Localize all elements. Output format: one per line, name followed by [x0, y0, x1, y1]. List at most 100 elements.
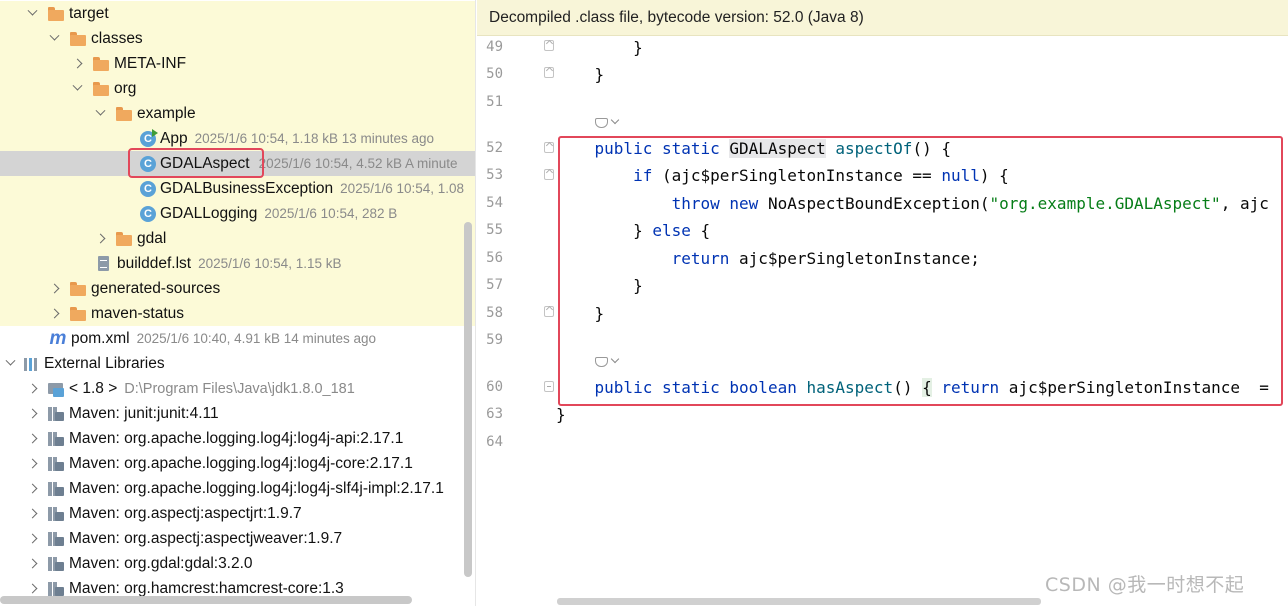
- tree-node-target[interactable]: target: [0, 1, 475, 26]
- tree-node-library[interactable]: Maven: org.gdal:gdal:3.2.0: [0, 551, 475, 576]
- line-number: 51: [486, 94, 503, 110]
- tree-node-label: Maven: org.apache.logging.log4j:log4j-co…: [69, 454, 413, 472]
- java-runnable-class-icon: C: [140, 128, 158, 147]
- collapse-arrow-icon[interactable]: [94, 226, 106, 251]
- fold-marker-icon[interactable]: [544, 142, 554, 153]
- tree-node-label: External Libraries: [44, 354, 165, 372]
- collapse-arrow-icon[interactable]: [26, 526, 38, 551]
- tree-node-label: GDALLogging: [160, 204, 258, 222]
- file-meta: 2025/1/6 10:54, 1.15 kB: [198, 256, 342, 271]
- collapse-arrow-icon[interactable]: [48, 276, 60, 301]
- folder-icon: [69, 31, 87, 47]
- collapse-arrow-icon[interactable]: [26, 501, 38, 526]
- code-editor: Decompiled .class file, bytecode version…: [477, 0, 1288, 606]
- text-file-icon: [95, 255, 113, 272]
- tree-node-label: maven-status: [91, 304, 185, 322]
- code-token: }: [556, 405, 566, 424]
- code-token: }: [633, 38, 643, 57]
- jdk-icon: [47, 381, 65, 397]
- tree-node-gdal-logging[interactable]: C GDALLogging 2025/1/6 10:54, 282 B: [0, 201, 475, 226]
- line-number: 49: [486, 39, 503, 55]
- tree-node-label: classes: [91, 29, 143, 47]
- jar-library-icon: [47, 581, 65, 597]
- tree-node-label: Maven: junit:junit:4.11: [69, 404, 219, 422]
- tree-node-example[interactable]: example: [0, 101, 475, 126]
- file-meta: 2025/1/6 10:54, 1.08: [340, 181, 465, 196]
- folder-icon: [92, 81, 110, 97]
- tree-node-pom[interactable]: m pom.xml 2025/1/6 10:40, 4.91 kB 14 min…: [0, 326, 475, 351]
- editor-horizontal-scrollbar[interactable]: [557, 598, 1041, 605]
- collapse-arrow-icon[interactable]: [26, 476, 38, 501]
- tree-vertical-scrollbar[interactable]: [464, 222, 472, 577]
- tree-node-builddef[interactable]: builddef.lst 2025/1/6 10:54, 1.15 kB: [0, 251, 475, 276]
- jar-library-icon: [47, 506, 65, 522]
- maven-icon: m: [49, 327, 67, 349]
- line-number: 52: [486, 140, 503, 156]
- watermark: CSDN @我一时想不起: [1045, 574, 1245, 596]
- editor-gutter: 49 50 51 52 53 54 55 56 57 58 59 60 63 6…: [477, 36, 557, 606]
- line-number: 59: [486, 332, 503, 348]
- inlay-hint[interactable]: [594, 115, 620, 128]
- tree-node-label: Maven: org.apache.logging.log4j:log4j-ap…: [69, 429, 404, 447]
- jar-library-icon: [47, 531, 65, 547]
- tree-node-meta-inf[interactable]: META-INF: [0, 51, 475, 76]
- fold-marker-icon[interactable]: [544, 67, 554, 78]
- tree-node-label: META-INF: [114, 54, 187, 72]
- line-number: 64: [486, 434, 503, 450]
- expand-arrow-icon[interactable]: [4, 351, 16, 376]
- collapse-arrow-icon[interactable]: [26, 551, 38, 576]
- collapse-arrow-icon[interactable]: [26, 426, 38, 451]
- file-meta: 2025/1/6 10:54, 1.18 kB 13 minutes ago: [194, 131, 435, 146]
- tree-node-label: gdal: [137, 229, 167, 247]
- folder-icon: [115, 231, 133, 247]
- code-annotation-box: [558, 136, 1283, 406]
- tree-node-generated-sources[interactable]: generated-sources: [0, 276, 475, 301]
- chevron-down-icon: [610, 115, 620, 125]
- collapse-arrow-icon[interactable]: [26, 376, 38, 401]
- fold-marker-icon[interactable]: [544, 381, 554, 392]
- code-line-49[interactable]: }: [556, 38, 643, 57]
- collapse-arrow-icon[interactable]: [26, 401, 38, 426]
- expand-arrow-icon[interactable]: [26, 1, 38, 26]
- fold-marker-icon[interactable]: [544, 169, 554, 180]
- jar-library-icon: [47, 556, 65, 572]
- code-line-63[interactable]: }: [556, 405, 566, 424]
- fold-marker-icon[interactable]: [544, 40, 554, 51]
- tree-node-jdk[interactable]: < 1.8 > D:\Program Files\Java\jdk1.8.0_1…: [0, 376, 475, 401]
- code-token: }: [594, 65, 605, 84]
- folder-icon: [69, 306, 87, 322]
- java-class-icon: C: [140, 180, 156, 197]
- tree-node-maven-status[interactable]: maven-status: [0, 301, 475, 326]
- collapse-arrow-icon[interactable]: [26, 451, 38, 476]
- expand-arrow-icon[interactable]: [71, 76, 83, 101]
- expand-arrow-icon[interactable]: [48, 26, 60, 51]
- tree-node-gdal[interactable]: gdal: [0, 226, 475, 251]
- tree-node-library[interactable]: Maven: org.apache.logging.log4j:log4j-ap…: [0, 426, 475, 451]
- tree-horizontal-scrollbar[interactable]: [0, 596, 412, 604]
- expand-arrow-icon[interactable]: [94, 101, 106, 126]
- file-meta: 2025/1/6 10:40, 4.91 kB 14 minutes ago: [136, 331, 377, 346]
- jar-library-icon: [47, 481, 65, 497]
- tree-node-library[interactable]: Maven: junit:junit:4.11: [0, 401, 475, 426]
- code-line-50[interactable]: }: [556, 65, 605, 84]
- selection-annotation-box: [128, 148, 264, 178]
- tree-node-label: App: [160, 129, 188, 147]
- tree-node-library[interactable]: Maven: org.apache.logging.log4j:log4j-sl…: [0, 476, 475, 501]
- tree-node-library[interactable]: Maven: org.aspectj:aspectjweaver:1.9.7: [0, 526, 475, 551]
- jar-library-icon: [47, 406, 65, 422]
- libraries-icon: [22, 356, 40, 372]
- collapse-arrow-icon[interactable]: [48, 301, 60, 326]
- tree-node-library[interactable]: Maven: org.apache.logging.log4j:log4j-co…: [0, 451, 475, 476]
- line-number: 63: [486, 406, 503, 422]
- tree-node-org[interactable]: org: [0, 76, 475, 101]
- collapse-arrow-icon[interactable]: [71, 51, 83, 76]
- tree-node-external-libraries[interactable]: External Libraries: [0, 351, 475, 376]
- tree-node-classes[interactable]: classes: [0, 26, 475, 51]
- line-number: 54: [486, 195, 503, 211]
- folder-icon: [47, 6, 65, 22]
- tree-node-label: target: [69, 4, 109, 22]
- tree-node-library[interactable]: Maven: org.aspectj:aspectjrt:1.9.7: [0, 501, 475, 526]
- tree-node-gdal-business-exception[interactable]: C GDALBusinessException 2025/1/6 10:54, …: [0, 176, 475, 201]
- line-number: 55: [486, 222, 503, 238]
- fold-marker-icon[interactable]: [544, 306, 554, 317]
